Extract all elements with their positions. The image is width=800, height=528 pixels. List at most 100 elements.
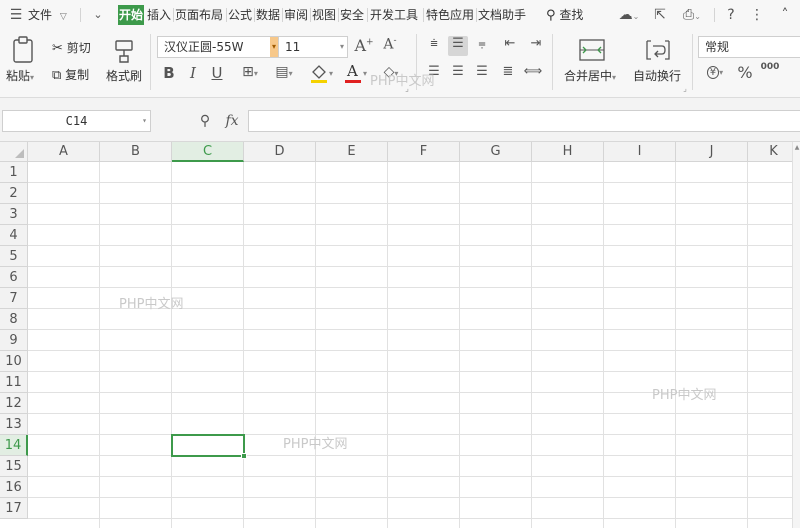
paste-button[interactable] (10, 36, 36, 64)
paste-label[interactable]: 粘贴▾ (6, 67, 34, 84)
scroll-up-icon[interactable]: ▲ (793, 144, 800, 151)
align-center-icon[interactable]: ☰ (448, 64, 468, 79)
increase-font-size-button[interactable]: A+ (354, 36, 374, 55)
borders-button[interactable]: ⊞▾ (236, 64, 264, 80)
formula-input[interactable] (248, 110, 800, 132)
tab-data[interactable]: 数据 (256, 5, 280, 25)
row-header-7[interactable]: 7 (0, 288, 28, 309)
column-header-e[interactable]: E (316, 142, 388, 162)
distribute-icon[interactable]: ⟺ (522, 64, 544, 79)
row-header-17[interactable]: 17 (0, 498, 28, 519)
insert-function-button[interactable]: fx (222, 110, 242, 132)
quick-access-dropdown-icon[interactable]: ⌄ (88, 5, 108, 25)
fill-color-button[interactable]: ▾ (308, 62, 336, 84)
wrap-text-label[interactable]: 自动换行 (633, 67, 681, 84)
row-header-6[interactable]: 6 (0, 267, 28, 288)
tab-formulas[interactable]: 公式 (228, 5, 252, 25)
select-all-button[interactable] (0, 142, 28, 162)
row-header-2[interactable]: 2 (0, 183, 28, 204)
align-left-icon[interactable]: ☰ (424, 64, 444, 79)
thousands-separator-button[interactable]: 000 (760, 62, 780, 72)
tab-review[interactable]: 审阅 (284, 5, 308, 25)
wrap-text-icon[interactable] (644, 38, 672, 62)
name-box[interactable]: C14 ▾ (2, 110, 151, 132)
merge-center-button[interactable]: 合并居中▾ (564, 67, 616, 84)
align-middle-icon[interactable]: ☰ (448, 36, 468, 56)
tab-doc-assistant[interactable]: 文档助手 (478, 5, 526, 25)
bold-button[interactable]: B (160, 64, 178, 82)
row-header-12[interactable]: 12 (0, 393, 28, 414)
row-header-14[interactable]: 14 (0, 435, 28, 456)
row-header-9[interactable]: 9 (0, 330, 28, 351)
divider (226, 8, 227, 22)
align-top-icon[interactable]: ⩧ (424, 36, 444, 56)
alignment-dialog-launcher-icon[interactable]: ⌟ (680, 84, 690, 93)
percent-button[interactable]: % (736, 63, 754, 82)
currency-button[interactable]: ¥ ▾ (702, 64, 728, 79)
zoom-lookup-icon[interactable]: ⚲ (196, 110, 214, 132)
increase-indent-icon[interactable]: ⇥ (526, 36, 546, 56)
decrease-font-size-button[interactable]: A- (380, 36, 400, 53)
format-painter-label[interactable]: 格式刷 (106, 67, 142, 84)
font-size-select[interactable]: 11 ▾ (278, 36, 348, 58)
column-header-j[interactable]: J (676, 142, 748, 162)
column-header-i[interactable]: I (604, 142, 676, 162)
column-header-g[interactable]: G (460, 142, 532, 162)
more-options-icon[interactable]: ⋮ (748, 5, 766, 25)
row-header-13[interactable]: 13 (0, 414, 28, 435)
hamburger-menu-icon[interactable]: ☰ (8, 5, 24, 25)
help-icon[interactable]: ? (722, 5, 740, 25)
divider (338, 8, 339, 22)
font-name-select[interactable]: 汉仪正圆-55W ▾ (157, 36, 279, 58)
file-menu[interactable]: 文件 ▽ (28, 5, 67, 25)
export-icon[interactable]: ⎙⌄ (680, 5, 704, 25)
tab-home[interactable]: 开始 (118, 5, 145, 25)
tab-special[interactable]: 特色应用 (426, 5, 474, 25)
share-icon[interactable]: ⇱ (651, 5, 669, 25)
tab-view[interactable]: 视图 (312, 5, 336, 25)
cloud-sync-icon[interactable]: ☁⌄ (617, 5, 641, 25)
tab-insert[interactable]: 插入 (147, 5, 171, 25)
merge-center-icon[interactable] (578, 38, 606, 62)
row-header-5[interactable]: 5 (0, 246, 28, 267)
justify-icon[interactable]: ≣ (498, 64, 518, 79)
row-header-16[interactable]: 16 (0, 477, 28, 498)
column-header-c[interactable]: C (172, 142, 244, 162)
align-right-icon[interactable]: ☰ (472, 64, 492, 79)
number-format-select[interactable]: 常规 (698, 36, 800, 58)
copy-button[interactable]: ⧉ 复制 (52, 66, 89, 83)
row-header-3[interactable]: 3 (0, 204, 28, 225)
decrease-indent-icon[interactable]: ⇤ (500, 36, 520, 56)
row-header-8[interactable]: 8 (0, 309, 28, 330)
column-header-h[interactable]: H (532, 142, 604, 162)
search-button[interactable]: ⚲ 查找 (546, 5, 583, 25)
tab-security[interactable]: 安全 (340, 5, 364, 25)
row-header-1[interactable]: 1 (0, 162, 28, 183)
align-bottom-icon[interactable]: ⩦ (472, 36, 492, 56)
column-header-a[interactable]: A (28, 142, 100, 162)
active-cell-c14[interactable] (171, 434, 247, 459)
paste-text: 粘贴 (6, 69, 31, 83)
tab-page-layout[interactable]: 页面布局 (175, 5, 223, 25)
fill-handle[interactable] (241, 453, 247, 459)
underline-button[interactable]: U (208, 64, 226, 82)
collapse-ribbon-icon[interactable]: ˄ (776, 5, 794, 25)
column-header-b[interactable]: B (100, 142, 172, 162)
cell-area[interactable] (28, 162, 800, 528)
column-header-d[interactable]: D (244, 142, 316, 162)
row-header-15[interactable]: 15 (0, 456, 28, 477)
column-header-f[interactable]: F (388, 142, 460, 162)
cell-style-button[interactable]: ▤▾ (270, 64, 298, 80)
row-header-11[interactable]: 11 (0, 372, 28, 393)
italic-button[interactable]: I (186, 64, 200, 82)
row-header-10[interactable]: 10 (0, 351, 28, 372)
format-painter-icon[interactable] (112, 38, 136, 64)
cut-button[interactable]: ✂ 剪切 (52, 39, 91, 56)
clear-format-button[interactable]: ◇▾ (380, 64, 402, 80)
decrease-font-icon: A (383, 36, 394, 53)
row-header-4[interactable]: 4 (0, 225, 28, 246)
font-color-button[interactable]: ▾ A (342, 62, 370, 84)
vertical-scrollbar[interactable]: ▲ (792, 142, 800, 528)
font-dialog-launcher-icon[interactable]: ⌟ (402, 84, 412, 93)
tab-developer[interactable]: 开发工具 (370, 5, 418, 25)
